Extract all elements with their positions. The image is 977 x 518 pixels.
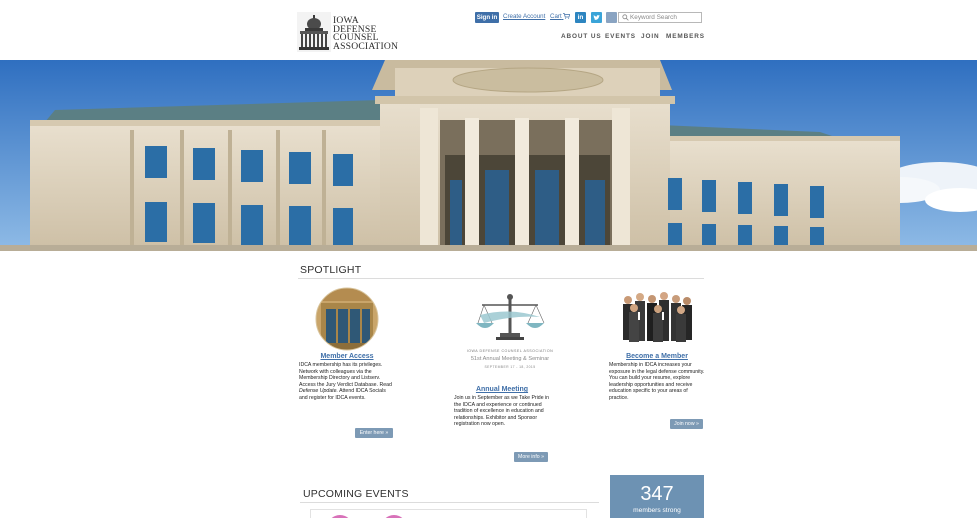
facebook-icon[interactable] — [606, 12, 617, 23]
nav-about-us[interactable]: ABOUT US — [561, 33, 602, 40]
upcoming-events-title: UPCOMING EVENTS — [303, 488, 409, 500]
sign-in-button[interactable]: Sign in — [475, 12, 499, 23]
spotlight-title: SPOTLIGHT — [300, 264, 362, 276]
more-info-button[interactable]: More info » — [514, 452, 548, 462]
annual-meeting-body: Join us in September as we Take Pride in… — [454, 395, 550, 427]
member-access-body: IDCA membership has its privileges. Netw… — [299, 362, 392, 388]
events-carousel — [310, 509, 587, 518]
cart-link[interactable]: Cart — [550, 13, 571, 20]
logo-line: ASSOCIATION — [333, 40, 399, 52]
member-access-body-italic: Defense Update. — [299, 388, 338, 394]
site-header: IOWA DEFENSE COUNSEL ASSOCIATION Sign in… — [0, 0, 977, 64]
upcoming-divider — [300, 502, 599, 503]
site-logo[interactable]: IOWA DEFENSE COUNSEL ASSOCIATION — [297, 12, 398, 64]
nav-members[interactable]: MEMBERS — [666, 33, 705, 40]
hero-banner — [0, 60, 977, 251]
spotlight-divider — [298, 278, 704, 279]
nav-events[interactable]: EVENTS — [605, 33, 636, 40]
enter-here-button[interactable]: Enter here » — [355, 428, 393, 438]
member-access-link[interactable]: Member Access — [300, 353, 394, 360]
annual-meeting-link[interactable]: Annual Meeting — [455, 386, 549, 393]
courthouse-photo — [0, 60, 977, 251]
twitter-bird-icon — [593, 15, 600, 20]
keyword-search[interactable] — [618, 12, 702, 23]
group-of-professionals-image[interactable] — [618, 290, 694, 344]
members-label: members strong — [633, 507, 681, 514]
cart-icon — [563, 13, 571, 19]
meeting-dates: SEPTEMBER 17 - 18, 2015 — [484, 365, 536, 369]
members-count: 347 — [640, 483, 674, 505]
search-icon — [622, 14, 629, 21]
become-member-link[interactable]: Become a Member — [610, 353, 704, 360]
members-count-box: 347 members strong — [610, 475, 704, 518]
linkedin-icon[interactable]: in — [575, 12, 586, 23]
meeting-caption: IOWA DEFENSE COUNSEL ASSOCIATION — [466, 349, 554, 353]
logo-wordmark: IOWA DEFENSE COUNSEL ASSOCIATION — [333, 16, 399, 52]
become-member-body: Membership in IDCA increases your exposu… — [609, 362, 705, 401]
search-input[interactable] — [630, 13, 700, 22]
nav-join[interactable]: JOIN — [641, 33, 660, 40]
member-access-image[interactable] — [315, 287, 379, 351]
meeting-subtitle: 51st Annual Meeting & Seminar — [470, 356, 550, 362]
create-account-link[interactable]: Create Account — [503, 13, 545, 20]
member-access-text: IDCA membership has its privileges. Netw… — [299, 362, 395, 401]
scales-of-justice-icon[interactable] — [474, 293, 546, 343]
join-now-button[interactable]: Join now » — [670, 419, 703, 429]
twitter-icon[interactable] — [591, 12, 602, 23]
capitol-building-icon — [297, 12, 331, 52]
cart-label: Cart — [550, 13, 562, 20]
